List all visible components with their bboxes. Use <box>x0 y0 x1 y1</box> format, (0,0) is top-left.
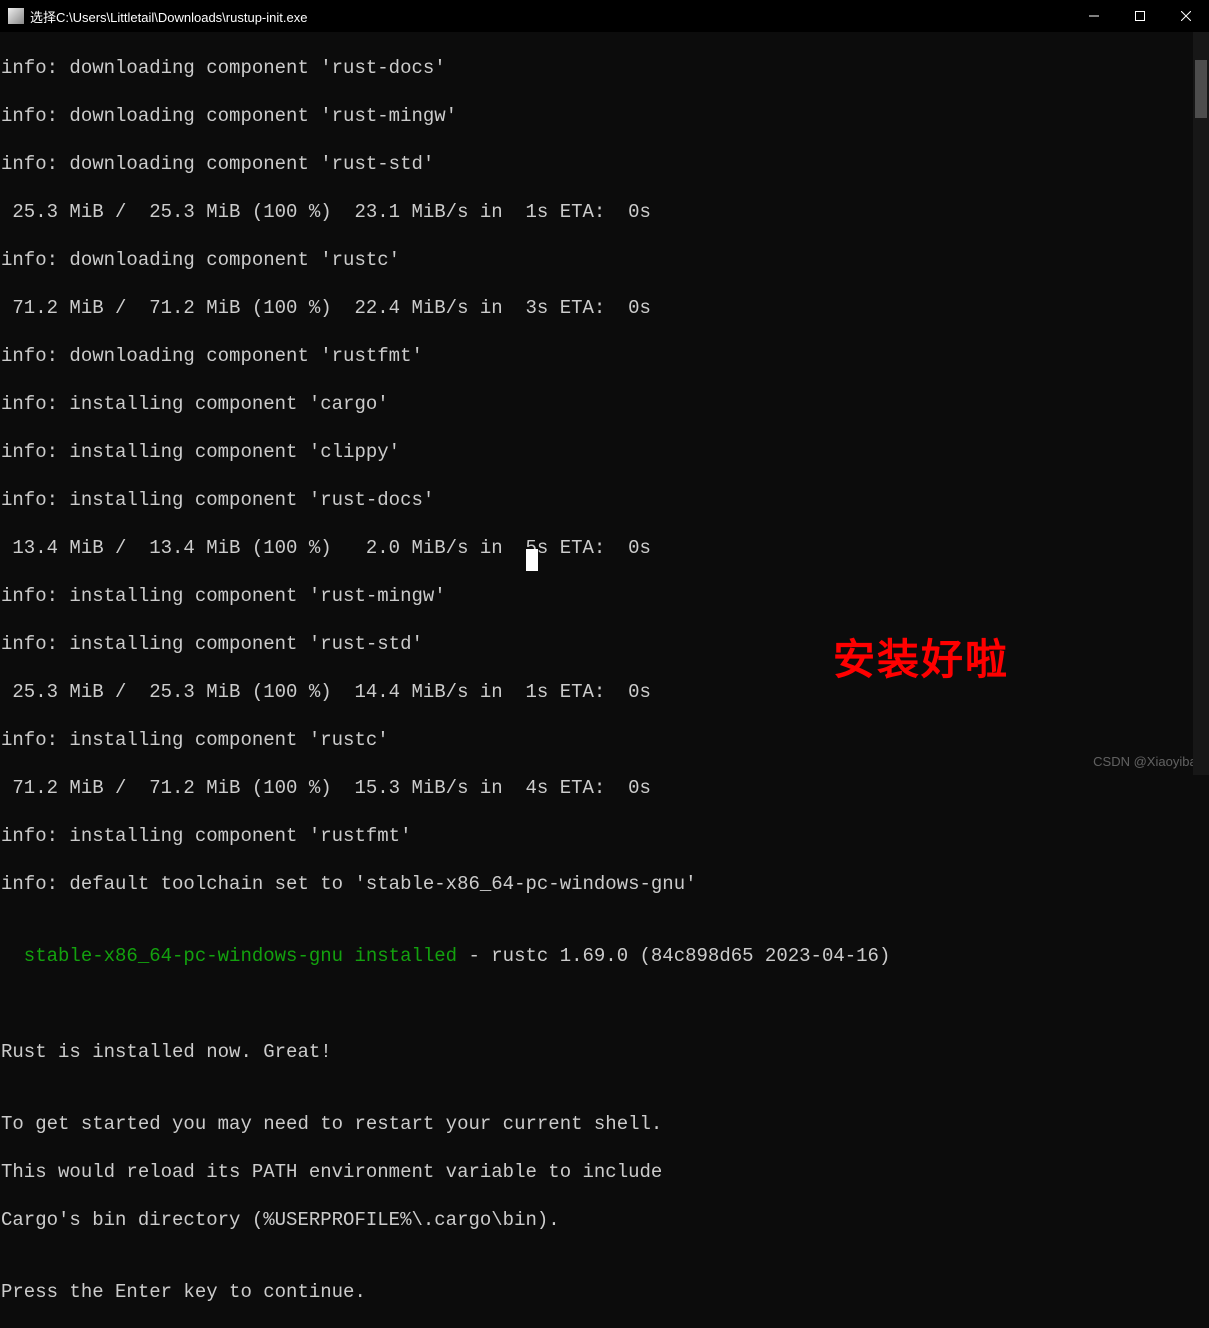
window-controls <box>1071 0 1209 32</box>
overlay-annotation: 安装好啦 <box>833 626 1009 687</box>
output-line: To get started you may need to restart y… <box>1 1112 1209 1136</box>
output-line: info: default toolchain set to 'stable-x… <box>1 872 1209 896</box>
output-line: info: installing component 'rustfmt' <box>1 824 1209 848</box>
output-line: 25.3 MiB / 25.3 MiB (100 %) 14.4 MiB/s i… <box>1 680 1209 704</box>
output-line: Press the Enter key to continue. <box>1 1280 1209 1304</box>
output-line: info: downloading component 'rust-std' <box>1 152 1209 176</box>
maximize-icon <box>1135 11 1145 21</box>
output-line: info: downloading component 'rustc' <box>1 248 1209 272</box>
terminal-output[interactable]: info: downloading component 'rust-docs' … <box>0 32 1209 1328</box>
titlebar[interactable]: 选择C:\Users\Littletail\Downloads\rustup-i… <box>0 0 1209 32</box>
rustc-version: - rustc 1.69.0 (84c898d65 2023-04-16) <box>457 945 890 967</box>
output-line: info: installing component 'rust-std' <box>1 632 1209 656</box>
minimize-button[interactable] <box>1071 0 1117 32</box>
minimize-icon <box>1089 11 1099 21</box>
output-line: info: installing component 'cargo' <box>1 392 1209 416</box>
output-line: 13.4 MiB / 13.4 MiB (100 %) 2.0 MiB/s in… <box>1 536 1209 560</box>
toolchain-installed: stable-x86_64-pc-windows-gnu installed <box>1 945 457 967</box>
close-button[interactable] <box>1163 0 1209 32</box>
vertical-scrollbar[interactable] <box>1193 32 1209 775</box>
output-line: This would reload its PATH environment v… <box>1 1160 1209 1184</box>
close-icon <box>1181 11 1191 21</box>
csdn-watermark: CSDN @Xiaoyibar <box>1093 754 1201 769</box>
output-line: info: installing component 'rust-docs' <box>1 488 1209 512</box>
maximize-button[interactable] <box>1117 0 1163 32</box>
terminal-cursor <box>526 549 538 571</box>
output-line: 71.2 MiB / 71.2 MiB (100 %) 15.3 MiB/s i… <box>1 776 1209 800</box>
output-line: info: downloading component 'rust-mingw' <box>1 104 1209 128</box>
window-title: 选择C:\Users\Littletail\Downloads\rustup-i… <box>30 7 1071 26</box>
output-line: info: installing component 'clippy' <box>1 440 1209 464</box>
output-line: Rust is installed now. Great! <box>1 1040 1209 1064</box>
scrollbar-thumb[interactable] <box>1195 60 1207 118</box>
output-line: 25.3 MiB / 25.3 MiB (100 %) 23.1 MiB/s i… <box>1 200 1209 224</box>
terminal-app-icon <box>8 8 24 24</box>
output-line: Cargo's bin directory (%USERPROFILE%\.ca… <box>1 1208 1209 1232</box>
output-line: info: downloading component 'rust-docs' <box>1 56 1209 80</box>
output-line: 71.2 MiB / 71.2 MiB (100 %) 22.4 MiB/s i… <box>1 296 1209 320</box>
output-line: info: installing component 'rustc' <box>1 728 1209 752</box>
output-line: info: installing component 'rust-mingw' <box>1 584 1209 608</box>
output-line: info: downloading component 'rustfmt' <box>1 344 1209 368</box>
output-line: stable-x86_64-pc-windows-gnu installed -… <box>1 944 1209 968</box>
